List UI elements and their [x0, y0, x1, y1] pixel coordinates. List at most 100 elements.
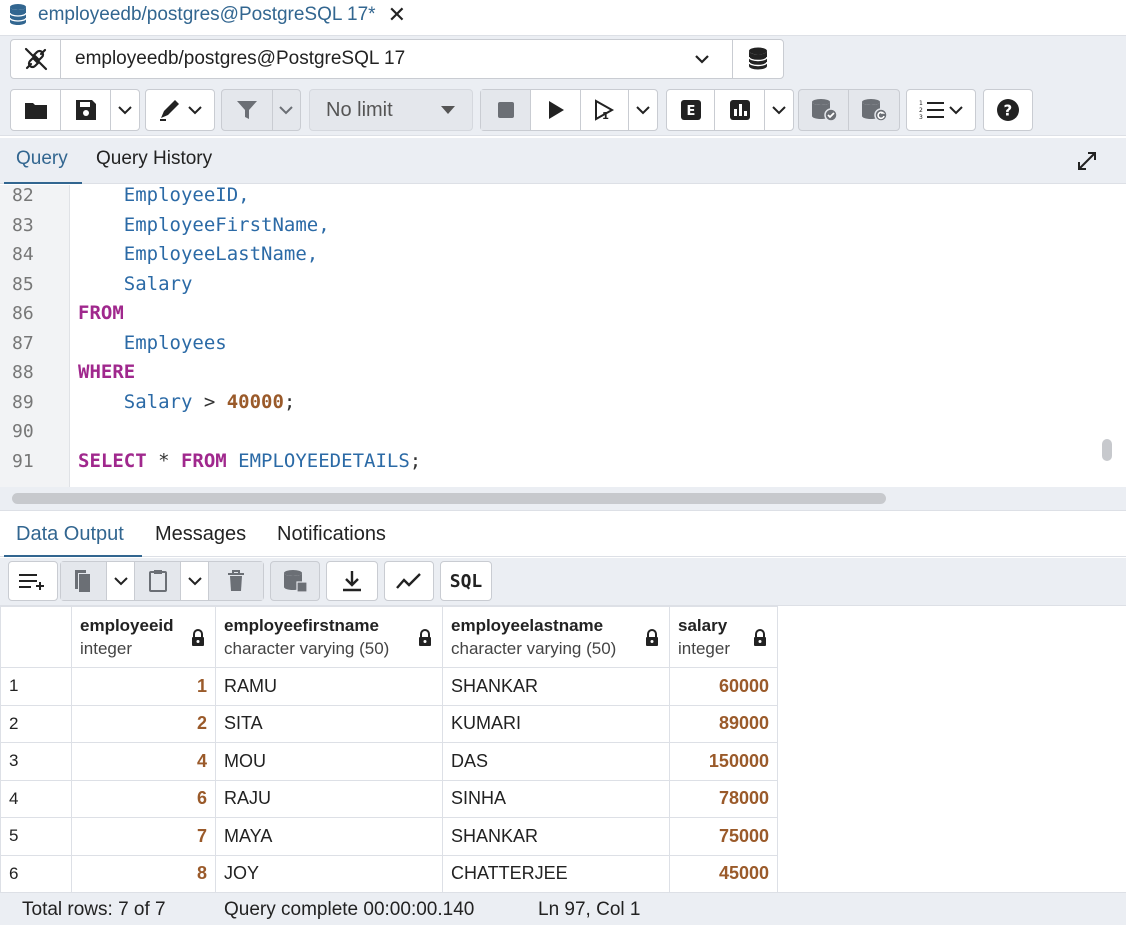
table-cell-employeeid[interactable]: 4	[71, 742, 216, 781]
row-number[interactable]: 5	[0, 817, 72, 856]
table-cell-employeefirstname[interactable]: MOU	[215, 742, 443, 781]
table-row[interactable]: 5 7 MAYA SHANKAR 75000	[0, 817, 778, 856]
rollback-button[interactable]	[849, 90, 899, 130]
tab-query[interactable]: Query	[16, 148, 68, 170]
editor-horizontal-scrollbar[interactable]	[12, 493, 886, 504]
explain-analyze-button[interactable]	[715, 90, 765, 130]
table-cell-employeefirstname[interactable]: RAMU	[215, 667, 443, 706]
chevron-down-icon	[113, 576, 128, 585]
tab-query-history[interactable]: Query History	[96, 148, 212, 170]
table-cell-employeefirstname[interactable]: RAJU	[215, 779, 443, 818]
table-cell-salary[interactable]: 60000	[669, 667, 778, 706]
column-header-employeeid[interactable]: employeeid integer	[71, 606, 216, 668]
connection-selector: employeedb/postgres@PostgreSQL 17	[10, 39, 784, 79]
copy-button[interactable]	[61, 562, 107, 600]
download-button[interactable]	[327, 562, 377, 600]
code-line[interactable]: 83 EmployeeFirstName,	[0, 211, 1100, 240]
sql-operator: >	[192, 390, 227, 413]
code-line[interactable]: 84 EmployeeLastName,	[0, 240, 1100, 269]
row-number[interactable]: 6	[0, 854, 72, 892]
code-text: FROM	[78, 299, 124, 328]
filter-dropdown[interactable]	[273, 90, 300, 130]
tab-data-output[interactable]: Data Output	[16, 523, 124, 546]
execute-button[interactable]	[531, 90, 581, 130]
table-row[interactable]: 2 2 SITA KUMARI 89000	[0, 704, 778, 743]
column-header-employeelastname[interactable]: employeelastname character varying (50)	[442, 606, 670, 668]
help-button[interactable]: ?	[984, 90, 1032, 130]
row-number[interactable]: 1	[0, 667, 72, 706]
row-number[interactable]: 3	[0, 742, 72, 781]
table-cell-employeelastname[interactable]: SHANKAR	[442, 817, 670, 856]
sql-button[interactable]: SQL	[441, 562, 491, 600]
code-line[interactable]: 90	[0, 417, 1100, 446]
save-dropdown[interactable]	[111, 90, 139, 130]
code-line[interactable]: 89 Salary > 40000;	[0, 388, 1100, 417]
sql-editor[interactable]: 82 EmployeeID, 83 EmployeeFirstName, 84 Em…	[0, 185, 1126, 487]
code-line[interactable]: 86 FROM	[0, 299, 1100, 328]
editor-vertical-scrollbar[interactable]	[1102, 439, 1112, 461]
table-row[interactable]: 3 4 MOU DAS 150000	[0, 742, 778, 781]
table-cell-employeeid[interactable]: 1	[71, 667, 216, 706]
disconnect-button[interactable]	[11, 40, 61, 78]
add-row-button[interactable]	[9, 562, 57, 600]
delete-row-button[interactable]	[209, 562, 263, 600]
table-cell-employeefirstname[interactable]: JOY	[215, 854, 443, 892]
filter-button[interactable]	[222, 90, 273, 130]
tab-messages[interactable]: Messages	[155, 523, 246, 546]
query-tool-tab[interactable]: employeedb/postgres@PostgreSQL 17* ✕	[8, 0, 406, 30]
new-connection-button[interactable]	[733, 40, 783, 78]
table-cell-employeeid[interactable]: 6	[71, 779, 216, 818]
table-cell-employeelastname[interactable]: KUMARI	[442, 704, 670, 743]
connection-dropdown[interactable]: employeedb/postgres@PostgreSQL 17	[61, 40, 733, 78]
result-rows: 1 1 RAMU SHANKAR 60000 2 2 SITA KUMARI 89000 3 4 MOU…	[0, 667, 778, 892]
table-cell-employeeid[interactable]: 7	[71, 817, 216, 856]
save-button[interactable]	[61, 90, 111, 130]
table-cell-salary[interactable]: 78000	[669, 779, 778, 818]
table-cell-employeelastname[interactable]: SHANKAR	[442, 667, 670, 706]
tab-notifications[interactable]: Notifications	[277, 523, 386, 546]
table-cell-employeefirstname[interactable]: SITA	[215, 704, 443, 743]
maximize-icon[interactable]	[1076, 150, 1098, 172]
stop-icon	[497, 102, 514, 118]
table-cell-salary[interactable]: 150000	[669, 742, 778, 781]
table-row[interactable]: 1 1 RAMU SHANKAR 60000	[0, 667, 778, 706]
code-line[interactable]: 87 Employees	[0, 329, 1100, 358]
paste-button[interactable]	[135, 562, 181, 600]
column-header-employeefirstname[interactable]: employeefirstname character varying (50)	[215, 606, 443, 668]
row-number[interactable]: 2	[0, 704, 72, 743]
code-line[interactable]: 85 Salary	[0, 270, 1100, 299]
table-cell-employeelastname[interactable]: SINHA	[442, 779, 670, 818]
code-line[interactable]: 88 WHERE	[0, 358, 1100, 387]
table-cell-employeefirstname[interactable]: MAYA	[215, 817, 443, 856]
commit-button[interactable]	[799, 90, 850, 130]
code-line[interactable]: 82 EmployeeID,	[0, 185, 1100, 210]
code-line[interactable]: 91 SELECT * FROM EMPLOYEEDETAILS;	[0, 447, 1100, 476]
table-cell-employeeid[interactable]: 8	[71, 854, 216, 892]
copy-dropdown[interactable]	[107, 562, 135, 600]
sql-keyword: FROM	[78, 302, 124, 324]
table-row[interactable]: 6 8 JOY CHATTERJEE 45000	[0, 854, 778, 892]
open-file-button[interactable]	[11, 90, 61, 130]
edit-menu-button[interactable]	[146, 90, 214, 130]
row-limit-select[interactable]: No limit	[309, 89, 473, 131]
column-header-salary[interactable]: salary integer	[669, 606, 778, 668]
row-number[interactable]: 4	[0, 779, 72, 818]
graph-visualiser-button[interactable]	[385, 562, 433, 600]
table-row[interactable]: 4 6 RAJU SINHA 78000	[0, 779, 778, 818]
table-cell-salary[interactable]: 75000	[669, 817, 778, 856]
save-data-button[interactable]	[271, 562, 319, 600]
explain-dropdown[interactable]	[765, 90, 793, 130]
row-number-header[interactable]	[0, 606, 72, 668]
table-cell-salary[interactable]: 89000	[669, 704, 778, 743]
close-tab-icon[interactable]: ✕	[388, 2, 406, 28]
execute-dropdown[interactable]	[629, 90, 657, 130]
table-cell-employeeid[interactable]: 2	[71, 704, 216, 743]
macros-button[interactable]: 123	[907, 90, 975, 130]
paste-dropdown[interactable]	[181, 562, 209, 600]
table-cell-employeelastname[interactable]: DAS	[442, 742, 670, 781]
explain-button[interactable]: E	[667, 90, 715, 130]
stop-button[interactable]	[481, 90, 531, 130]
table-cell-salary[interactable]: 45000	[669, 854, 778, 892]
execute-script-button[interactable]: 1	[581, 90, 629, 130]
table-cell-employeelastname[interactable]: CHATTERJEE	[442, 854, 670, 892]
